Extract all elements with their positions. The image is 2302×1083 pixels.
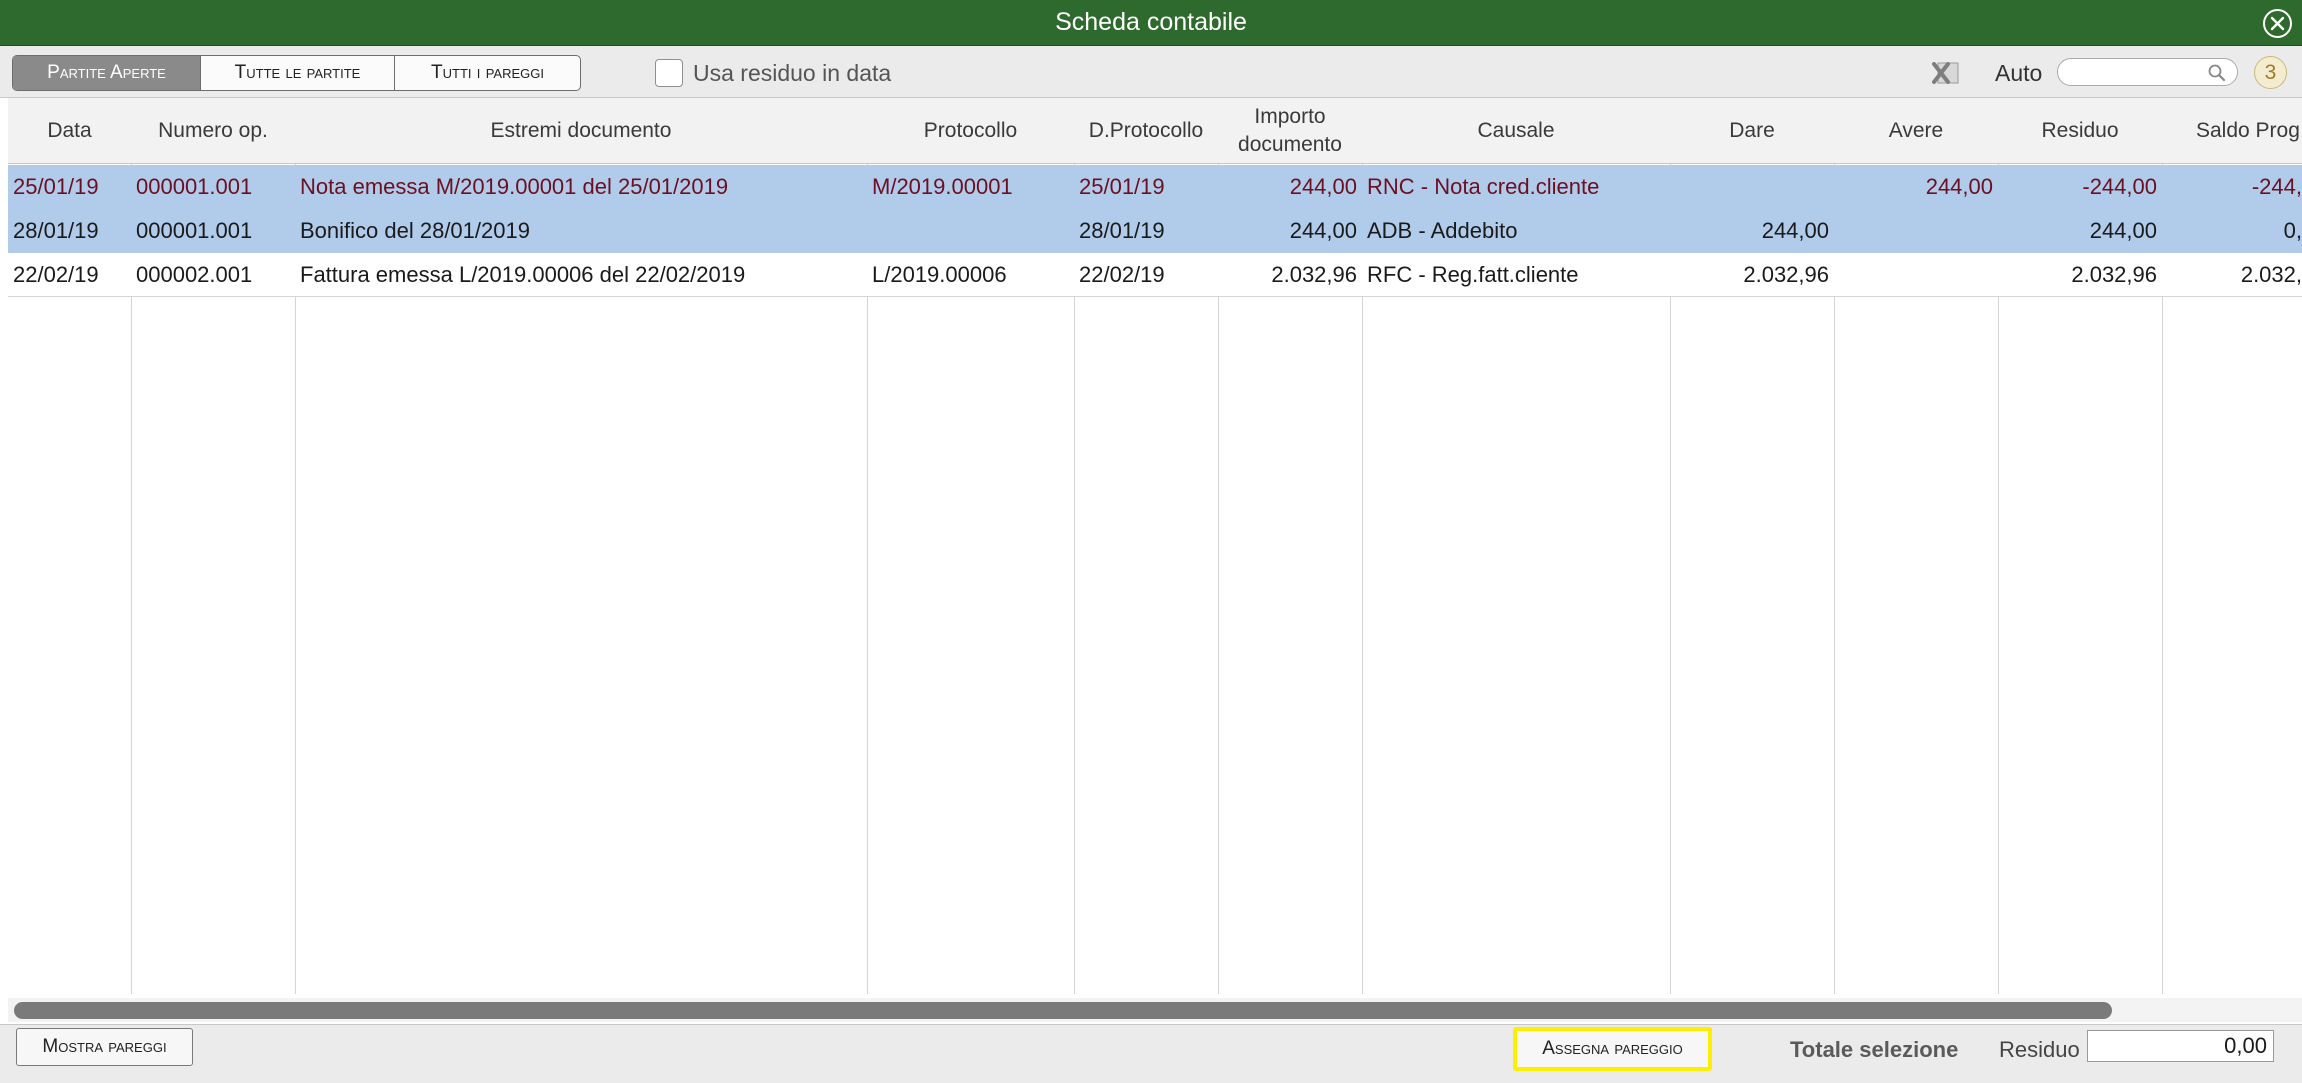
cell-causale: RNC - Nota cred.cliente	[1367, 174, 1600, 199]
cell-protocollo: L/2019.00006	[872, 262, 1007, 287]
cell-residuo: -244,00	[2082, 174, 2157, 199]
search-input[interactable]	[2057, 58, 2238, 86]
column-header-numero-op[interactable]: Numero op.	[131, 98, 295, 164]
tab-tutte-le-partite[interactable]: Tutte le partite	[201, 56, 395, 90]
usa-residuo-label: Usa residuo in data	[693, 59, 892, 86]
table-row[interactable]: 22/02/19 000002.001 Fattura emessa L/201…	[8, 253, 2302, 297]
cell-numero: 000001.001	[136, 218, 253, 243]
column-header-saldo-prog[interactable]: Saldo Prog	[2162, 98, 2302, 164]
tab-tutti-i-pareggi[interactable]: Tutti i pareggi	[395, 56, 580, 90]
totale-selezione-label: Totale selezione	[1790, 1037, 1959, 1062]
column-header-causale[interactable]: Causale	[1362, 98, 1670, 164]
cell-importo: 244,00	[1289, 174, 1357, 199]
column-header-protocollo[interactable]: Protocollo	[867, 98, 1074, 164]
count-badge: 3	[2254, 56, 2287, 89]
column-header-residuo[interactable]: Residuo	[1998, 98, 2162, 164]
cell-data: 22/02/19	[13, 262, 99, 287]
cell-saldo-prog: 0,	[2283, 218, 2302, 243]
excel-export-icon[interactable]	[1930, 60, 1962, 86]
toolbar: Partite Aperte Tutte le partite Tutti i …	[0, 46, 2302, 98]
column-header-data[interactable]: Data	[8, 98, 131, 164]
tab-partite-aperte[interactable]: Partite Aperte	[13, 56, 201, 90]
mostra-pareggi-button[interactable]: Mostra pareggi	[16, 1028, 193, 1066]
cell-residuo: 244,00	[2089, 218, 2157, 243]
column-header-d-protocollo[interactable]: D.Protocollo	[1074, 98, 1218, 164]
cell-d-protocollo: 25/01/19	[1079, 174, 1165, 199]
cell-importo: 2.032,96	[1271, 262, 1357, 287]
cell-estremi: Nota emessa M/2019.00001 del 25/01/2019	[300, 174, 729, 199]
cell-estremi: Bonifico del 28/01/2019	[300, 218, 530, 243]
table-row[interactable]: 25/01/19 000001.001 Nota emessa M/2019.0…	[8, 165, 2302, 209]
cell-avere: 244,00	[1925, 174, 1993, 199]
cell-importo: 244,00	[1289, 218, 1357, 243]
cell-data: 28/01/19	[13, 218, 99, 243]
assegna-pareggio-button[interactable]: Assegna pareggio	[1513, 1027, 1712, 1071]
search-icon	[2208, 64, 2226, 82]
window-titlebar: Scheda contabile	[0, 0, 2302, 46]
cell-saldo-prog: 2.032,	[2240, 262, 2302, 287]
footer-bar: Mostra pareggi Assegna pareggio Totale s…	[0, 1024, 2302, 1083]
scrollbar-thumb[interactable]	[14, 1002, 2112, 1019]
table-header: Data Numero op. Estremi documento Protoc…	[8, 98, 2302, 164]
table-row[interactable]: 28/01/19 000001.001 Bonifico del 28/01/2…	[8, 209, 2302, 253]
cell-avere	[1834, 253, 1998, 297]
residuo-label: Residuo	[1999, 1037, 2080, 1062]
cell-dare: 2.032,96	[1743, 262, 1829, 287]
column-header-avere[interactable]: Avere	[1834, 98, 1998, 164]
usa-residuo-option: Usa residuo in data	[655, 59, 891, 87]
cell-d-protocollo: 28/01/19	[1079, 218, 1165, 243]
cell-dare	[1670, 165, 1834, 209]
column-header-estremi[interactable]: Estremi documento	[295, 98, 867, 164]
cell-saldo-prog: -244,	[2251, 174, 2302, 199]
cell-estremi: Fattura emessa L/2019.00006 del 22/02/20…	[300, 262, 746, 287]
cell-protocollo: M/2019.00001	[872, 174, 1013, 199]
cell-causale: ADB - Addebito	[1367, 218, 1518, 243]
cell-data: 25/01/19	[13, 174, 99, 199]
view-segmented-control: Partite Aperte Tutte le partite Tutti i …	[12, 55, 581, 91]
partite-table: Data Numero op. Estremi documento Protoc…	[8, 98, 2302, 994]
cell-causale: RFC - Reg.fatt.cliente	[1367, 262, 1579, 287]
cell-d-protocollo: 22/02/19	[1079, 262, 1165, 287]
close-icon[interactable]	[2263, 9, 2292, 38]
cell-residuo: 2.032,96	[2071, 262, 2157, 287]
column-header-importo[interactable]: Importo documento	[1218, 98, 1362, 164]
residuo-field[interactable]: 0,00	[2087, 1030, 2274, 1062]
usa-residuo-checkbox[interactable]	[655, 59, 683, 87]
cell-numero: 000002.001	[136, 262, 253, 287]
horizontal-scrollbar[interactable]	[8, 998, 2302, 1022]
cell-protocollo	[867, 209, 1074, 253]
cell-dare: 244,00	[1761, 218, 1829, 243]
column-header-dare[interactable]: Dare	[1670, 98, 1834, 164]
cell-numero: 000001.001	[136, 174, 253, 199]
auto-label: Auto	[1995, 60, 2043, 86]
cell-avere	[1834, 209, 1998, 253]
window-title: Scheda contabile	[1055, 8, 1247, 36]
